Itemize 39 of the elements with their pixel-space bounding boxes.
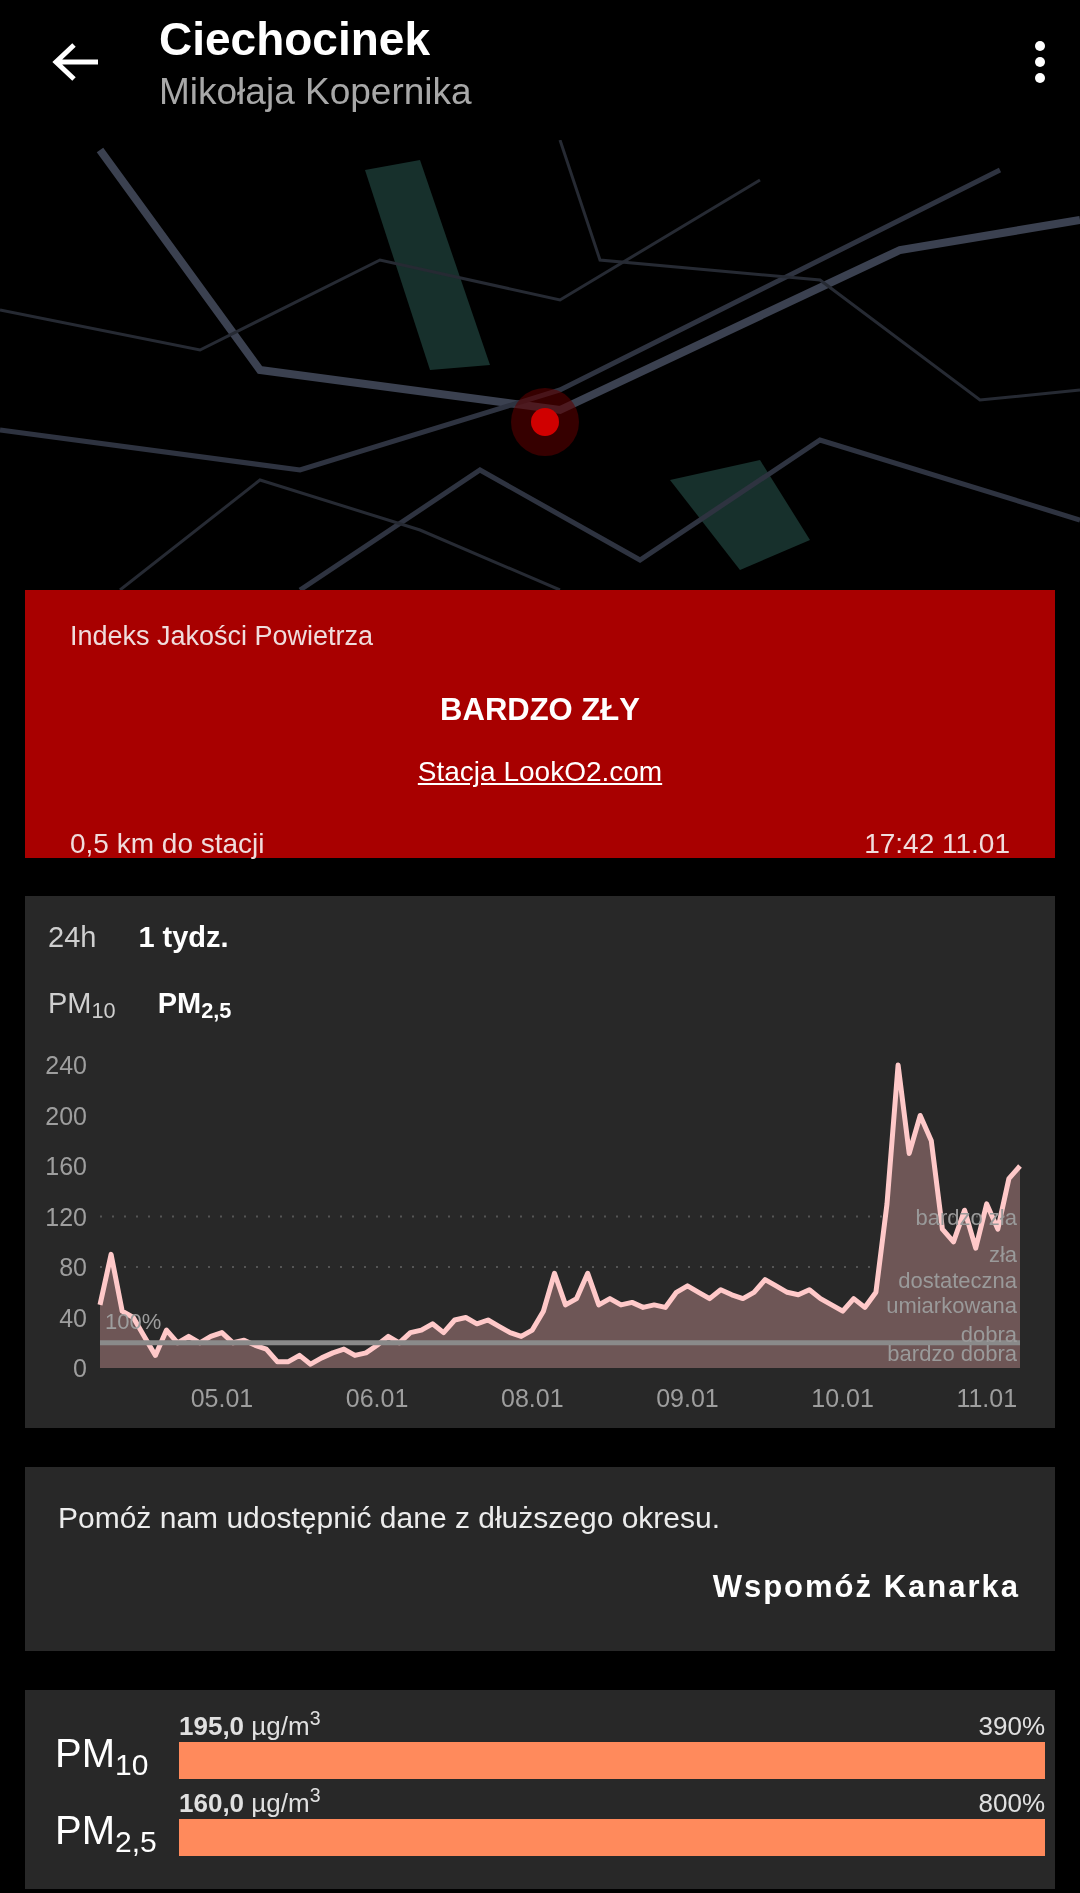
page-title: Ciechocinek bbox=[159, 12, 431, 67]
norm-percent: 800% bbox=[978, 1787, 1045, 1819]
range-tab[interactable]: 24h bbox=[48, 916, 97, 960]
more-icon bbox=[1034, 40, 1046, 84]
x-tick-label: 06.01 bbox=[345, 1384, 409, 1412]
page-subtitle: Mikołaja Kopernika bbox=[159, 70, 473, 114]
pollutant-tab[interactable]: PM$_{10}$ bbox=[48, 981, 116, 1025]
x-tick-label: 08.01 bbox=[501, 1384, 564, 1412]
y-tick-label: 240 bbox=[45, 1051, 87, 1079]
x-tick-label: 09.01 bbox=[656, 1384, 719, 1412]
band-label: dostateczna bbox=[898, 1267, 1017, 1293]
range-tab[interactable]: 1 tydz. bbox=[138, 916, 229, 960]
band-label: zła bbox=[988, 1242, 1017, 1268]
card-label: Indeks Jakości Powietrza bbox=[70, 620, 375, 653]
band-label: bardzo dobra bbox=[887, 1340, 1017, 1366]
band-label: umiarkowana bbox=[886, 1292, 1017, 1318]
x-tick-label: 11.01 bbox=[956, 1384, 1018, 1412]
update-time: 17:42 11.01 bbox=[864, 827, 1010, 861]
concentration-value: 160,0 µg/m$^{3}$ bbox=[179, 1787, 321, 1819]
reference-label: 100% bbox=[105, 1308, 162, 1334]
pollutant-name: PM$_{2,5}$ bbox=[55, 1807, 158, 1856]
y-tick-label: 120 bbox=[45, 1202, 87, 1231]
back-arrow-icon bbox=[52, 41, 100, 83]
quality-rating: BARDZO ZŁY bbox=[439, 690, 641, 729]
station-link[interactable]: Stacja LookO2.com bbox=[417, 751, 663, 793]
support-button[interactable]: Wspomóż Kanarka bbox=[710, 1564, 1022, 1611]
y-tick-label: 40 bbox=[59, 1303, 87, 1332]
y-tick-label: 80 bbox=[59, 1253, 87, 1281]
x-tick-label: 05.01 bbox=[190, 1384, 254, 1412]
y-tick-label: 0 bbox=[73, 1354, 87, 1382]
station-distance: 0,5 km do stacji bbox=[70, 827, 265, 861]
concentration-value: 195,0 µg/m$^{3}$ bbox=[179, 1710, 321, 1742]
x-tick-label: 10.01 bbox=[811, 1384, 874, 1412]
y-tick-label: 200 bbox=[45, 1101, 87, 1130]
pollutant-tab[interactable]: PM$_{2,5}$ bbox=[157, 981, 232, 1025]
support-message: Pomóż nam udostępnić dane z dłuższego okresu. bbox=[58, 1500, 722, 1536]
norm-percent: 390% bbox=[978, 1710, 1045, 1742]
y-tick-label: 160 bbox=[45, 1152, 87, 1180]
pollutant-name: PM$_{10}$ bbox=[55, 1730, 150, 1779]
